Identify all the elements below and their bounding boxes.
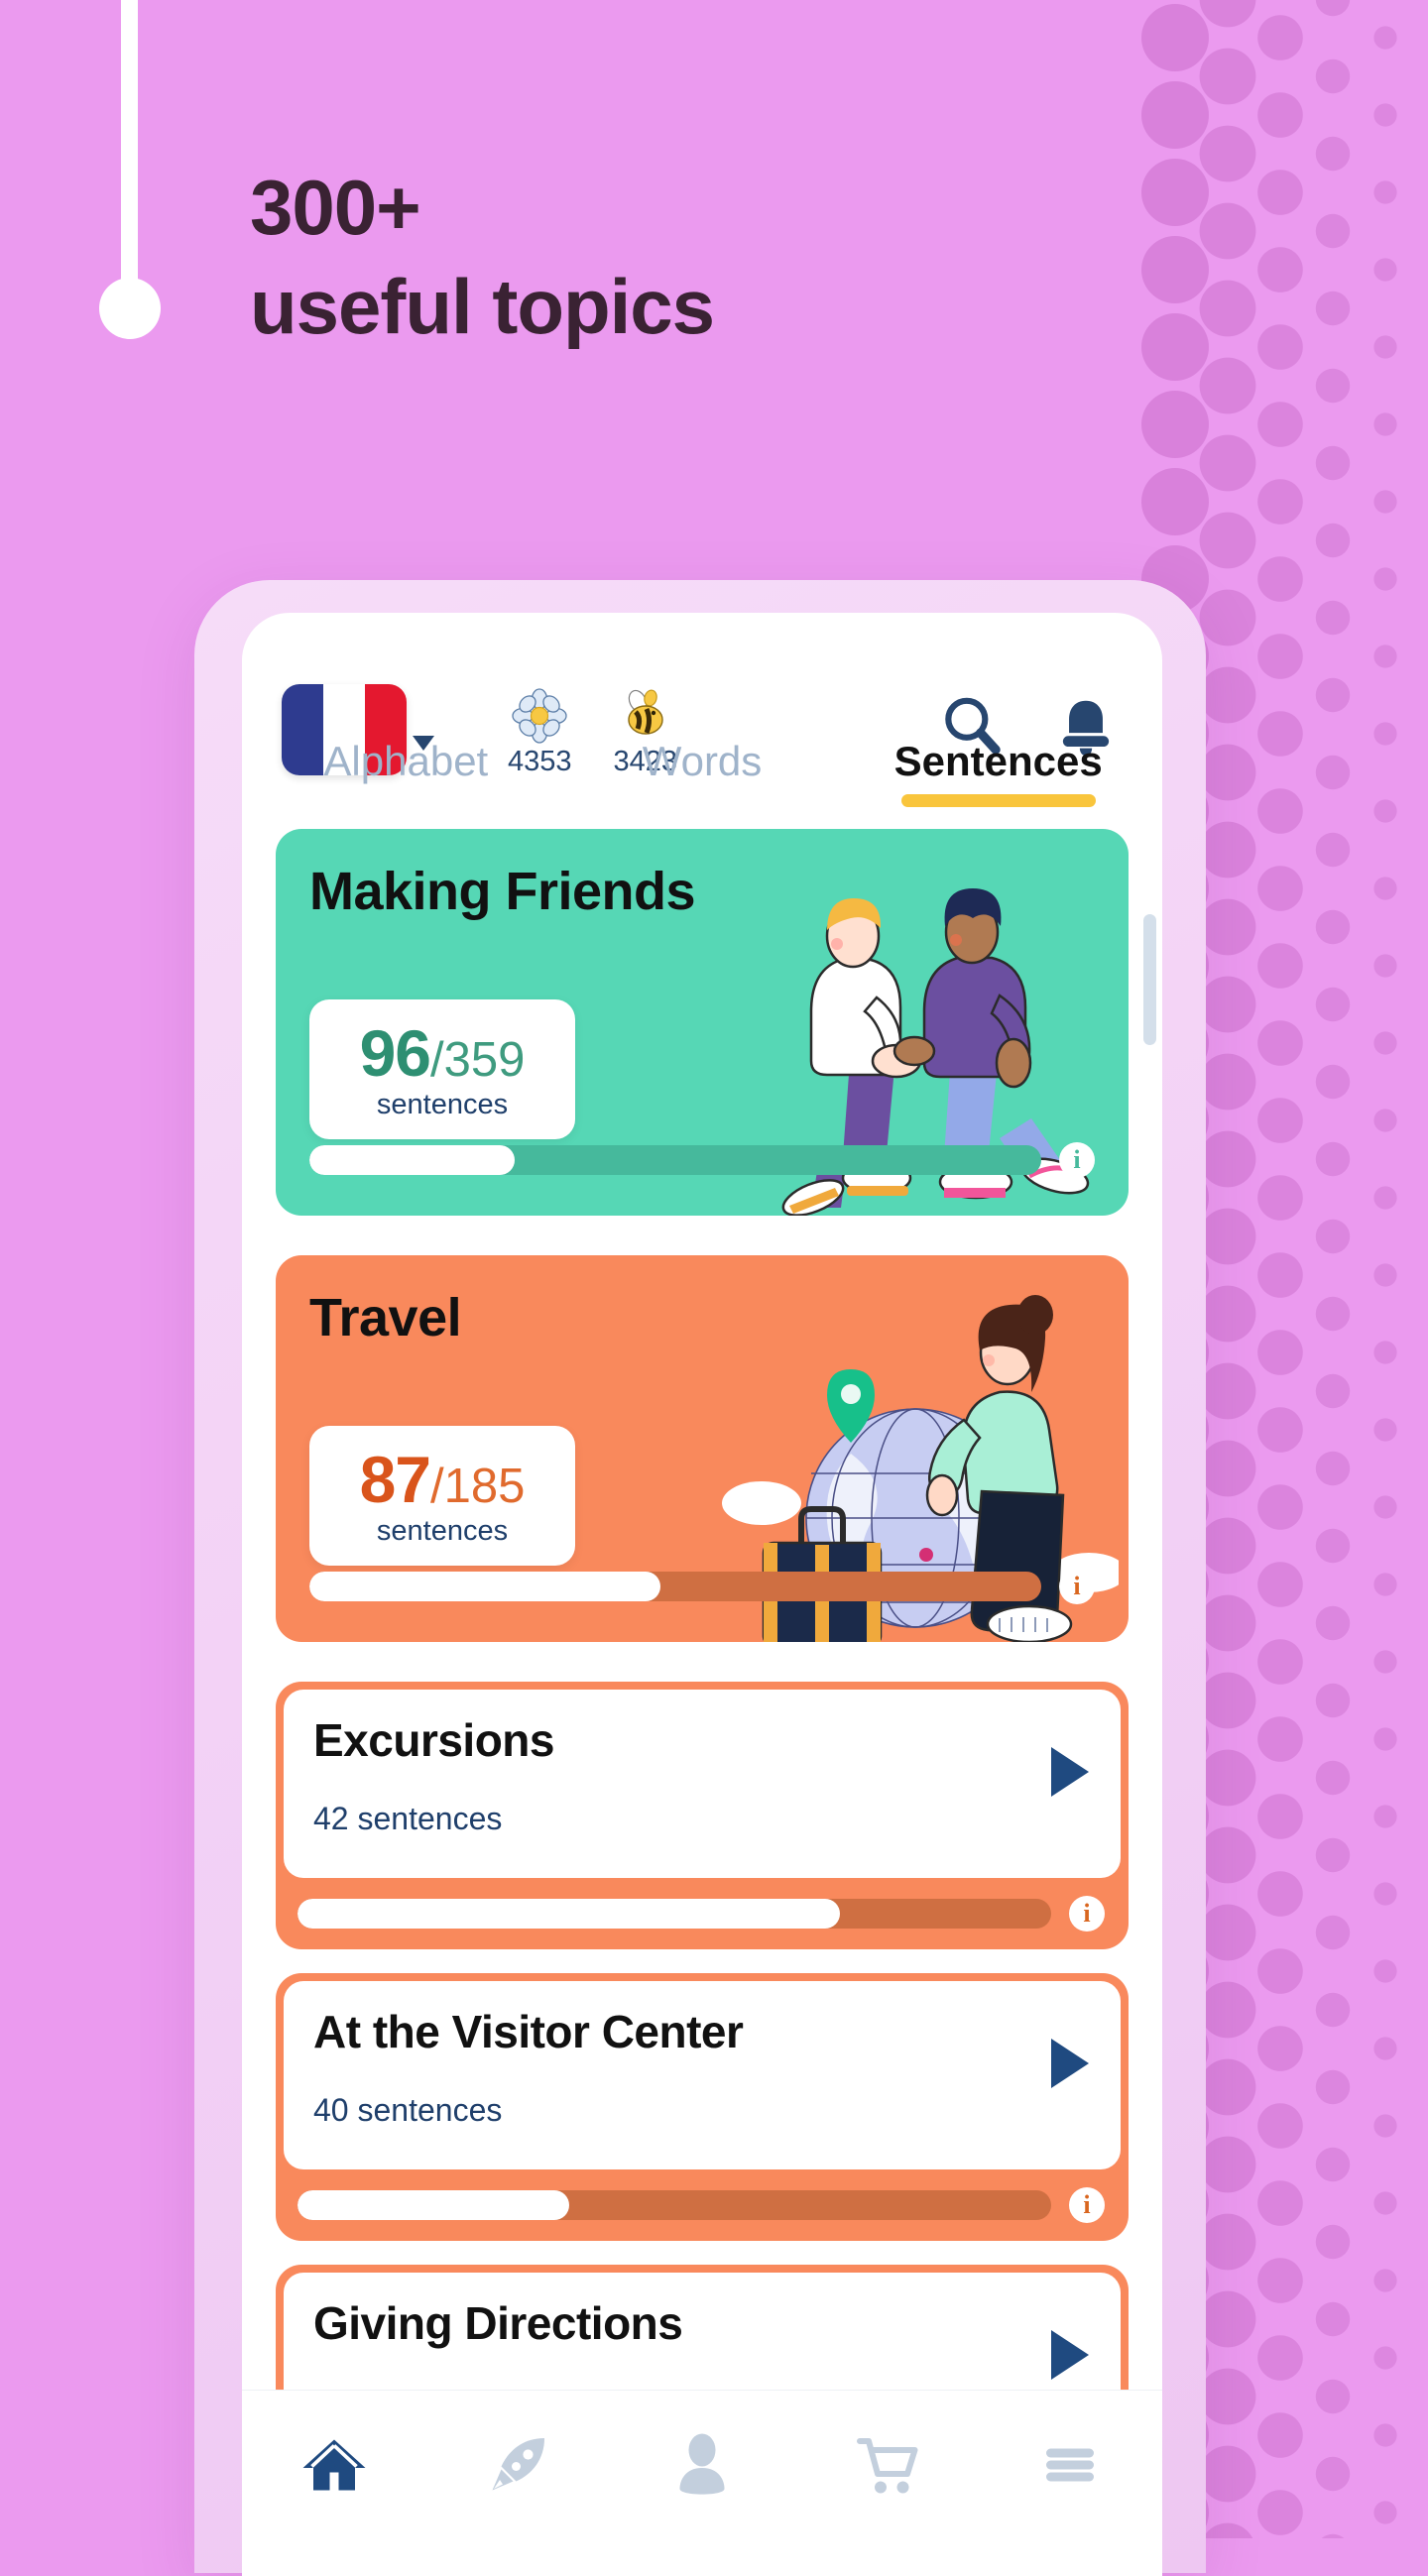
- nav-cart[interactable]: [849, 2427, 924, 2503]
- pin-line-decoration: [121, 0, 138, 307]
- subtopic-progress-row: i: [284, 1878, 1121, 1949]
- flower-icon: [512, 688, 567, 744]
- topic-progress-bar: [309, 1572, 1041, 1601]
- topic-score-unit: sentences: [376, 1089, 509, 1120]
- info-icon[interactable]: i: [1059, 1142, 1095, 1178]
- topic-card-travel[interactable]: Travel 87/185 sentences i: [276, 1255, 1129, 1642]
- phone-screen: 4353 3423 Alphabet Words Sentences Makin…: [242, 613, 1162, 2576]
- cart-icon: [856, 2437, 918, 2493]
- home-icon: [302, 2439, 366, 2490]
- topic-score-done: 96: [359, 1016, 431, 1090]
- topic-score-unit: sentences: [376, 1515, 509, 1547]
- subtopic-progress-row: i: [284, 2169, 1121, 2241]
- topic-score-done: 87: [359, 1443, 431, 1516]
- topic-list[interactable]: Making Friends 96/359 sentences i Travel…: [242, 807, 1162, 2513]
- subtopic-progress-bar: [298, 1899, 1051, 1929]
- subtopic-card-excursions[interactable]: Excursions 42 sentences i: [276, 1682, 1129, 1949]
- subtopic-card-at-the-visitor-center[interactable]: At the Visitor Center 40 sentences i: [276, 1973, 1129, 2241]
- topic-progress-row: i: [309, 1142, 1095, 1178]
- subtopic-progress-bar: [298, 2190, 1051, 2220]
- play-icon[interactable]: [1051, 1747, 1089, 1797]
- promo-headline-line1: 300+: [250, 164, 421, 251]
- play-icon[interactable]: [1051, 2330, 1089, 2380]
- tab-sentences[interactable]: Sentences: [850, 738, 1146, 807]
- promo-headline: 300+ useful topics: [250, 159, 715, 357]
- bottom-navigation: [242, 2390, 1162, 2538]
- tab-alphabet[interactable]: Alphabet: [258, 738, 554, 807]
- menu-icon: [1046, 2448, 1095, 2481]
- topic-score-box: 87/185 sentences: [309, 1426, 575, 1566]
- topic-progress-fill: [309, 1572, 661, 1601]
- topic-score-total: /359: [430, 1033, 526, 1087]
- topic-progress-bar: [309, 1145, 1041, 1175]
- topic-score-total: /185: [430, 1460, 526, 1513]
- rocket-icon: [492, 2437, 545, 2490]
- scrollbar-thumb[interactable]: [1143, 914, 1156, 1045]
- tab-words[interactable]: Words: [554, 738, 851, 807]
- nav-home[interactable]: [297, 2427, 372, 2503]
- main-tabs: Alphabet Words Sentences: [242, 738, 1162, 807]
- topic-progress-row: i: [309, 1569, 1095, 1604]
- nav-profile[interactable]: [664, 2427, 740, 2503]
- info-icon[interactable]: i: [1059, 1569, 1095, 1604]
- subtopic-progress-fill: [298, 1899, 841, 1929]
- topic-card-making-friends[interactable]: Making Friends 96/359 sentences i: [276, 829, 1129, 1216]
- subtopic-count: 42 sentences: [313, 1801, 503, 1836]
- promo-headline-line2: useful topics: [250, 262, 715, 350]
- subtopic-count: 40 sentences: [313, 2092, 503, 2128]
- tab-alphabet-label: Alphabet: [323, 738, 489, 784]
- subtopic-title: At the Visitor Center: [313, 2006, 744, 2057]
- profile-icon: [679, 2433, 725, 2495]
- subtopic-progress-fill: [298, 2190, 569, 2220]
- tab-sentences-label: Sentences: [893, 738, 1103, 784]
- info-icon[interactable]: i: [1069, 2187, 1105, 2223]
- app-header: 4353 3423: [242, 613, 1162, 777]
- nav-menu[interactable]: [1032, 2427, 1108, 2503]
- subtopic-title: Excursions: [313, 1714, 555, 1766]
- bee-icon: [628, 689, 663, 735]
- topic-score-box: 96/359 sentences: [309, 999, 575, 1139]
- play-icon[interactable]: [1051, 2039, 1089, 2088]
- pin-dot-decoration: [99, 278, 161, 339]
- tab-active-underline: [900, 794, 1096, 807]
- info-icon[interactable]: i: [1069, 1896, 1105, 1932]
- tab-words-label: Words: [642, 738, 763, 784]
- subtopic-title: Giving Directions: [313, 2297, 683, 2349]
- topic-progress-fill: [309, 1145, 515, 1175]
- nav-rocket[interactable]: [480, 2427, 555, 2503]
